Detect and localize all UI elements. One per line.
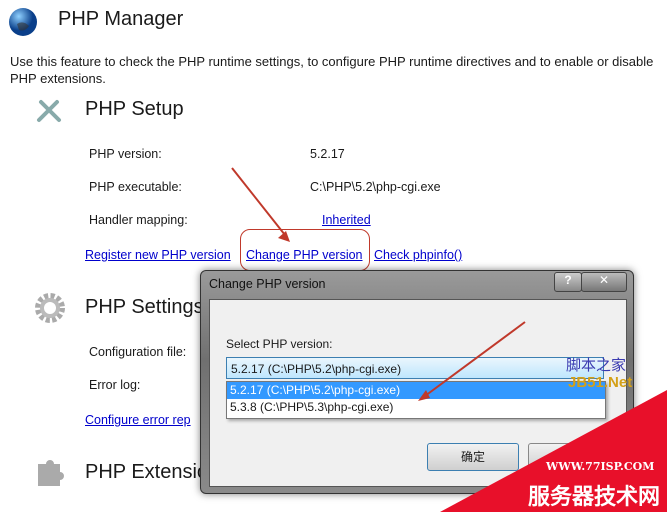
annotation-arrows	[231, 167, 667, 512]
site-watermark-url: WWW.77ISP.COM	[546, 460, 655, 473]
jb51-watermark: 脚本之家	[566, 357, 627, 374]
site-watermark-name: 服务器技术网	[528, 484, 661, 509]
jb51-watermark-net: JB51.Net	[568, 374, 633, 391]
